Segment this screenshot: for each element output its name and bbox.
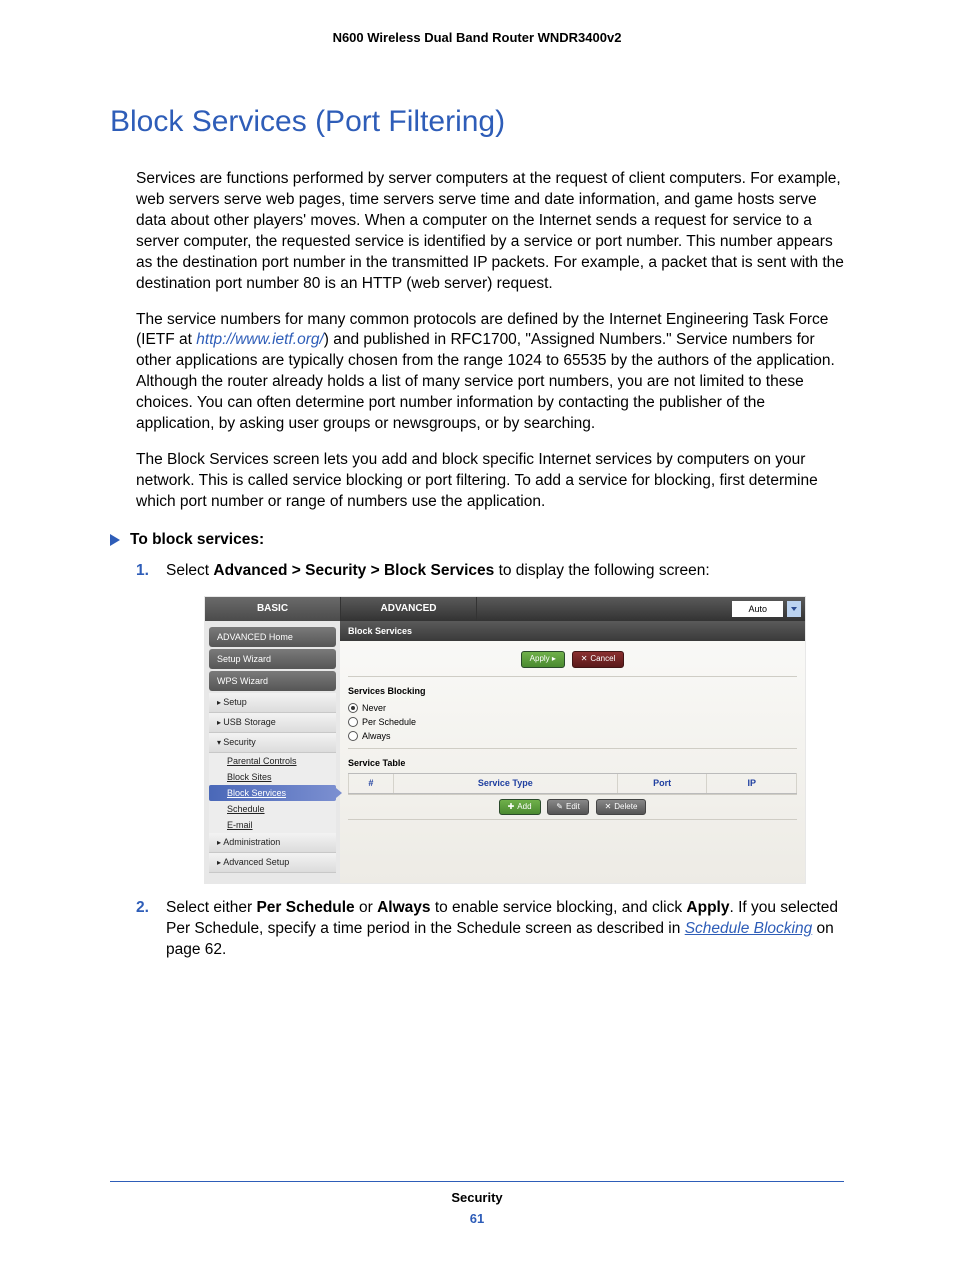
- radio-never[interactable]: [348, 703, 358, 713]
- footer-section-label: Security: [110, 1190, 844, 1205]
- radio-per-schedule-row[interactable]: Per Schedule: [348, 715, 797, 729]
- radio-per-schedule-label: Per Schedule: [362, 716, 416, 728]
- step-1: Select Advanced > Security > Block Servi…: [136, 561, 844, 884]
- tab-basic[interactable]: BASIC: [205, 597, 341, 621]
- sidebar-item-setup[interactable]: Setup: [209, 693, 336, 713]
- step1-text-a: Select: [166, 562, 213, 579]
- footer-rule: [110, 1181, 844, 1182]
- sidebar-item-advanced-setup[interactable]: Advanced Setup: [209, 853, 336, 873]
- body-paragraph-1: Services are functions performed by serv…: [110, 169, 844, 295]
- delete-button[interactable]: ✕Delete: [596, 799, 647, 816]
- step2-apply: Apply: [686, 899, 729, 916]
- col-port: Port: [617, 774, 707, 793]
- apply-button[interactable]: Apply ▸: [521, 651, 565, 668]
- radio-never-label: Never: [362, 702, 386, 714]
- sidebar-sub-schedule[interactable]: Schedule: [209, 801, 336, 817]
- panel-title-bar: Block Services: [340, 621, 805, 641]
- add-label: Add: [517, 802, 531, 813]
- add-button[interactable]: ✚Add: [499, 799, 541, 816]
- cancel-button[interactable]: ✕Cancel: [572, 651, 625, 668]
- cancel-label: Cancel: [590, 654, 615, 665]
- page-footer: Security 61: [110, 1190, 844, 1226]
- radio-never-row[interactable]: Never: [348, 701, 797, 715]
- delete-label: Delete: [614, 802, 637, 813]
- step2-per-schedule: Per Schedule: [256, 899, 354, 916]
- procedure-heading-row: To block services:: [110, 531, 844, 549]
- procedure-steps: Select Advanced > Security > Block Servi…: [110, 561, 844, 961]
- pencil-icon: ✎: [556, 802, 563, 813]
- procedure-arrow-icon: [110, 534, 120, 546]
- step2-a: Select either: [166, 899, 256, 916]
- auto-refresh-box: Auto: [728, 597, 805, 621]
- table-button-row: ✚Add ✎Edit ✕Delete: [348, 794, 797, 821]
- sidebar-sub-block-services[interactable]: Block Services: [209, 785, 336, 801]
- auto-refresh-label: Auto: [732, 601, 783, 617]
- body-paragraph-3: The Block Services screen lets you add a…: [110, 450, 844, 513]
- footer-page-number: 61: [110, 1211, 844, 1226]
- plus-icon: ✚: [508, 802, 515, 813]
- services-blocking-label: Services Blocking: [348, 685, 797, 697]
- sidebar-sub-email[interactable]: E-mail: [209, 817, 336, 833]
- document-header: N600 Wireless Dual Band Router WNDR3400v…: [110, 30, 844, 45]
- schedule-blocking-link[interactable]: Schedule Blocking: [685, 920, 813, 937]
- step1-text-c: to display the following screen:: [494, 562, 709, 579]
- sidebar-sub-parental-controls[interactable]: Parental Controls: [209, 753, 336, 769]
- auto-refresh-dropdown[interactable]: [787, 601, 801, 617]
- table-header-row: # Service Type Port IP: [349, 774, 797, 793]
- ui-body: ADVANCED Home Setup Wizard WPS Wizard Se…: [205, 621, 805, 883]
- page-title: Block Services (Port Filtering): [110, 105, 844, 139]
- x-icon: ✕: [605, 802, 612, 813]
- col-ip: IP: [707, 774, 797, 793]
- sidebar-item-advanced-home[interactable]: ADVANCED Home: [209, 627, 336, 647]
- step1-path: Advanced > Security > Block Services: [213, 562, 494, 579]
- apply-label: Apply ▸: [530, 654, 556, 665]
- cancel-x-icon: ✕: [581, 654, 588, 665]
- radio-per-schedule[interactable]: [348, 717, 358, 727]
- service-table-label: Service Table: [348, 757, 797, 769]
- edit-button[interactable]: ✎Edit: [547, 799, 589, 816]
- ietf-link[interactable]: http://www.ietf.org/: [196, 331, 324, 348]
- content-panel: Block Services Apply ▸ ✕Cancel Services …: [340, 621, 805, 883]
- sidebar-item-usb-storage[interactable]: USB Storage: [209, 713, 336, 733]
- step2-e: to enable service blocking, and click: [431, 899, 687, 916]
- step2-always: Always: [377, 899, 430, 916]
- service-table: # Service Type Port IP: [348, 773, 797, 793]
- procedure-heading: To block services:: [130, 531, 264, 549]
- sidebar-item-administration[interactable]: Administration: [209, 833, 336, 853]
- sidebar-item-security[interactable]: Security: [209, 733, 336, 753]
- tab-spacer: [477, 597, 728, 621]
- step2-c: or: [355, 899, 377, 916]
- sidebar-item-wps-wizard[interactable]: WPS Wizard: [209, 671, 336, 691]
- col-service-type: Service Type: [393, 774, 617, 793]
- chevron-down-icon: [790, 605, 798, 613]
- tabs-row: BASIC ADVANCED Auto: [205, 597, 805, 621]
- router-ui-figure: BASIC ADVANCED Auto ADVANCED Home Setup …: [204, 596, 806, 884]
- apply-cancel-row: Apply ▸ ✕Cancel: [348, 649, 797, 677]
- sidebar: ADVANCED Home Setup Wizard WPS Wizard Se…: [205, 621, 340, 883]
- document-page: N600 Wireless Dual Band Router WNDR3400v…: [0, 0, 954, 1266]
- step-2: Select either Per Schedule or Always to …: [136, 898, 844, 961]
- edit-label: Edit: [566, 802, 580, 813]
- tab-advanced[interactable]: ADVANCED: [341, 597, 477, 621]
- radio-always[interactable]: [348, 731, 358, 741]
- radio-always-row[interactable]: Always: [348, 729, 797, 749]
- col-num: #: [349, 774, 394, 793]
- radio-always-label: Always: [362, 730, 391, 742]
- sidebar-item-setup-wizard[interactable]: Setup Wizard: [209, 649, 336, 669]
- body-paragraph-2: The service numbers for many common prot…: [110, 310, 844, 436]
- sidebar-sub-block-sites[interactable]: Block Sites: [209, 769, 336, 785]
